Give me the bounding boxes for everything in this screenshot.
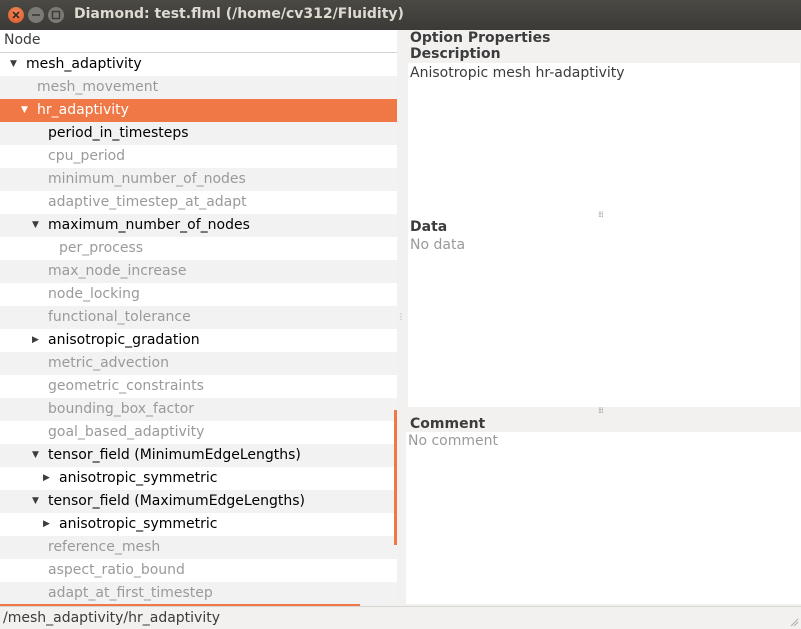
maximize-icon — [51, 10, 61, 20]
tree-row-label: minimum_number_of_nodes — [48, 171, 246, 187]
collapsed-arrow-icon[interactable]: ▶ — [43, 519, 53, 529]
tree-row[interactable]: adaptive_timestep_at_adapt — [0, 191, 397, 214]
description-heading: Description — [410, 46, 501, 62]
tree-row-label: geometric_constraints — [48, 378, 204, 394]
tree-row-label: mesh_movement — [37, 79, 159, 95]
close-icon — [12, 11, 20, 19]
tree-row[interactable]: period_in_timesteps — [0, 122, 397, 145]
comment-heading: Comment — [410, 416, 486, 432]
tree-row[interactable]: per_process — [0, 237, 397, 260]
tree-row-label: functional_tolerance — [48, 309, 191, 325]
column-header-label: Node — [4, 32, 41, 48]
tree-row-label: aspect_ratio_bound — [48, 562, 185, 578]
tree-row[interactable]: reference_mesh — [0, 536, 397, 559]
tree-row-label: per_process — [59, 240, 144, 256]
window-title: Diamond: test.flml (/home/cv312/Fluidity… — [74, 6, 404, 22]
tree-row-label: metric_advection — [48, 355, 169, 371]
tree-row-label: hr_adaptivity — [37, 102, 129, 118]
data-text: No data — [410, 237, 466, 253]
description-box: Anisotropic mesh hr-adaptivity — [408, 63, 800, 241]
data-resize-handle[interactable]: ⁞⁞⁞ — [598, 406, 604, 415]
collapsed-arrow-icon[interactable]: ▶ — [43, 473, 53, 483]
tree-row-label: anisotropic_gradation — [48, 332, 200, 348]
expanded-arrow-icon[interactable]: ▼ — [10, 59, 20, 69]
expanded-arrow-icon[interactable]: ▼ — [32, 496, 42, 506]
tree-row[interactable]: ▼ tensor_field (MaximumEdgeLengths) — [0, 490, 397, 513]
tree-row-label: node_locking — [48, 286, 140, 302]
tree-row-label: adaptive_timestep_at_adapt — [48, 194, 247, 210]
expanded-arrow-icon[interactable]: ▼ — [21, 105, 31, 115]
vertical-scroll-indicator[interactable] — [394, 410, 397, 545]
tree-row-label: cpu_period — [48, 148, 126, 164]
option-tree[interactable]: Node ▼ mesh_adaptivity mesh_movement ▼ hr_ad… — [0, 30, 397, 605]
tree-row-label: period_in_timesteps — [48, 125, 189, 141]
status-path: /mesh_adaptivity/hr_adaptivity — [3, 610, 220, 626]
tree-row[interactable]: geometric_constraints — [0, 375, 397, 398]
tree-row[interactable]: minimum_number_of_nodes — [0, 168, 397, 191]
data-box: No data — [408, 235, 800, 407]
close-window-button[interactable] — [8, 7, 24, 23]
tree-row-label: max_node_increase — [48, 263, 187, 279]
tree-row-label: tensor_field (MaximumEdgeLengths) — [48, 493, 305, 509]
tree-row-label: anisotropic_symmetric — [59, 470, 218, 486]
minimize-icon — [32, 14, 40, 16]
comment-box[interactable]: No comment — [406, 432, 801, 604]
tree-row[interactable]: goal_based_adaptivity — [0, 421, 397, 444]
tree-row-label: bounding_box_factor — [48, 401, 195, 417]
tree-row[interactable]: ▶ anisotropic_gradation — [0, 329, 397, 352]
description-text: Anisotropic mesh hr-adaptivity — [410, 65, 625, 81]
tree-row-label: goal_based_adaptivity — [48, 424, 205, 440]
data-heading: Data — [410, 219, 448, 235]
tree-row[interactable]: metric_advection — [0, 352, 397, 375]
tree-row[interactable]: ▶ anisotropic_symmetric — [0, 467, 397, 490]
expanded-arrow-icon[interactable]: ▼ — [32, 220, 42, 230]
option-properties-heading: Option Properties — [410, 30, 551, 46]
tree-row[interactable]: functional_tolerance — [0, 306, 397, 329]
tree-row[interactable]: mesh_movement — [0, 76, 397, 99]
tree-row[interactable]: node_locking — [0, 283, 397, 306]
tree-row-label: tensor_field (MinimumEdgeLengths) — [48, 447, 301, 463]
tree-row[interactable]: cpu_period — [0, 145, 397, 168]
tree-row[interactable]: bounding_box_factor — [0, 398, 397, 421]
tree-row[interactable]: ▼ hr_adaptivity — [0, 99, 397, 122]
option-properties-panel: Option Properties Description Anisotropi… — [403, 30, 801, 605]
collapsed-arrow-icon[interactable]: ▶ — [32, 335, 42, 345]
title-bar: Diamond: test.flml (/home/cv312/Fluidity… — [0, 0, 801, 30]
tree-column-header[interactable]: Node — [0, 30, 397, 53]
tree-row[interactable]: ▶ anisotropic_symmetric — [0, 513, 397, 536]
resize-grip-icon[interactable] — [789, 617, 799, 627]
tree-row[interactable]: aspect_ratio_bound — [0, 559, 397, 582]
tree-row-label: mesh_adaptivity — [26, 56, 142, 72]
tree-row-label: reference_mesh — [48, 539, 161, 555]
minimize-window-button[interactable] — [28, 7, 44, 23]
tree-row-label: maximum_number_of_nodes — [48, 217, 250, 233]
tree-row[interactable]: ▼ mesh_adaptivity — [0, 53, 397, 76]
maximize-window-button[interactable] — [48, 7, 64, 23]
comment-text: No comment — [408, 433, 499, 449]
tree-row[interactable]: adapt_at_first_timestep — [0, 582, 397, 605]
tree-row-label: adapt_at_first_timestep — [48, 585, 213, 601]
tree-row-label: anisotropic_symmetric — [59, 516, 218, 532]
description-resize-handle[interactable]: ⁞⁞⁞ — [598, 210, 604, 219]
expanded-arrow-icon[interactable]: ▼ — [32, 450, 42, 460]
status-bar: /mesh_adaptivity/hr_adaptivity — [0, 606, 801, 629]
tree-row[interactable]: max_node_increase — [0, 260, 397, 283]
tree-row[interactable]: ▼ tensor_field (MinimumEdgeLengths) — [0, 444, 397, 467]
tree-row[interactable]: ▼ maximum_number_of_nodes — [0, 214, 397, 237]
